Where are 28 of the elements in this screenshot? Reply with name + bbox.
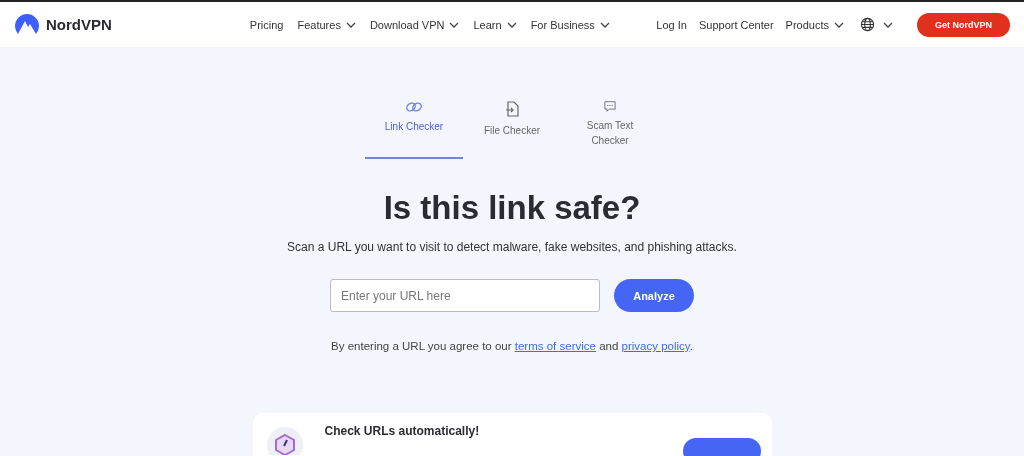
checker-tab[interactable]: Scam Text Checker xyxy=(561,101,659,159)
promo-button[interactable] xyxy=(682,438,761,456)
nav-link[interactable]: Learn xyxy=(473,18,517,31)
file-arrow-icon xyxy=(505,101,519,117)
page-heading: Is this link safe? xyxy=(382,189,642,227)
nav-link[interactable]: Pricing xyxy=(249,18,284,31)
get-nordvpn-button[interactable]: Get NordVPN xyxy=(917,12,1010,37)
chat-icon xyxy=(602,101,618,112)
nav-link[interactable]: Support Center xyxy=(698,18,774,31)
checker-tab[interactable]: Link Checker xyxy=(365,101,463,159)
link-icon xyxy=(405,101,423,113)
promo-title: Check URLs automatically! xyxy=(324,424,480,438)
nav-link[interactable]: Log In xyxy=(656,18,687,31)
nav-link[interactable]: Products xyxy=(785,18,844,31)
agreement-text: By entering a URL you agree to our terms of service and privacy policy. xyxy=(330,340,694,352)
nav-link[interactable]: For Business xyxy=(530,18,610,31)
analyze-button[interactable]: Analyze xyxy=(614,279,694,312)
privacy-link[interactable]: privacy policy xyxy=(621,340,690,352)
url-input-field[interactable]: Enter your URL here xyxy=(330,279,600,312)
terms-link[interactable]: terms of service xyxy=(514,340,596,352)
nav-link[interactable]: Features xyxy=(297,18,356,31)
brand-name: NordVPN xyxy=(46,16,112,33)
checker-tab[interactable]: File Checker xyxy=(463,101,561,159)
nav-link[interactable]: Download VPN xyxy=(369,18,460,31)
globe-icon[interactable] xyxy=(860,17,875,32)
subtitle: Scan a URL you want to visit to detect malware, fake websites, and phishing attacks. xyxy=(286,240,738,254)
shield-icon xyxy=(266,425,303,455)
chevron-icon xyxy=(883,21,893,28)
